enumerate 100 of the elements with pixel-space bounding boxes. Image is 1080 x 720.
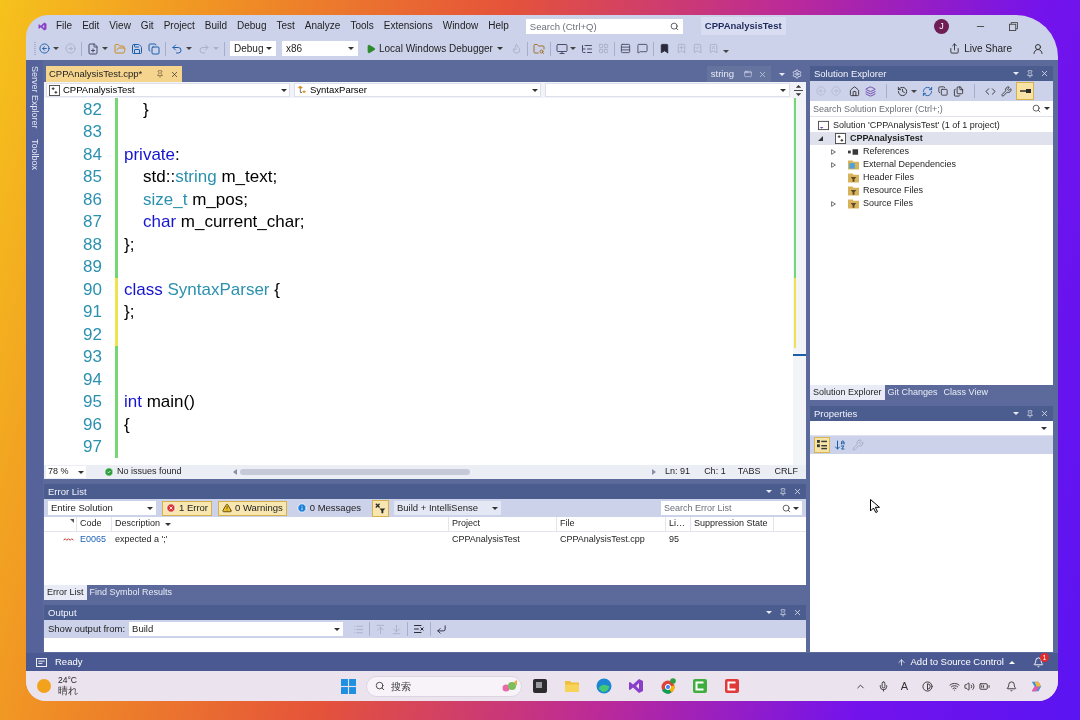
platform-dropdown[interactable]: x86 xyxy=(282,41,358,56)
menu-item[interactable]: Extensions xyxy=(378,21,438,31)
save-icon[interactable] xyxy=(131,42,143,55)
square-app-icon[interactable] xyxy=(532,678,548,694)
ring-app-icon[interactable] xyxy=(660,678,676,694)
close-icon[interactable] xyxy=(793,487,802,496)
severity-filter-button[interactable]: 1 Error xyxy=(162,500,213,516)
list-tree-icon[interactable] xyxy=(580,42,593,55)
copy-icon[interactable] xyxy=(938,86,948,96)
category-list-icon[interactable] xyxy=(815,438,829,452)
tiles-logo-icon[interactable] xyxy=(341,678,356,694)
menu-item[interactable]: Git xyxy=(135,21,159,31)
bookmark-check-icon[interactable] xyxy=(691,43,703,54)
panel-tab[interactable]: Git Changes xyxy=(884,385,941,400)
menu-item[interactable]: Window xyxy=(437,21,484,31)
source-control-button[interactable]: Add to Source Control xyxy=(896,654,1015,670)
back-icon[interactable] xyxy=(39,43,50,54)
copy-icon[interactable] xyxy=(148,42,160,55)
ribbon-app-icon[interactable] xyxy=(628,678,644,694)
output-source-dropdown[interactable]: Build xyxy=(129,622,344,636)
menu-item[interactable]: Build xyxy=(199,21,232,31)
tree-item[interactable]: Header Files xyxy=(810,171,1053,184)
horizontal-scrollbar[interactable] xyxy=(231,467,657,477)
close-icon[interactable] xyxy=(793,608,802,617)
column-header[interactable]: Description xyxy=(112,517,449,531)
bell-icon[interactable] xyxy=(1006,680,1017,692)
filter-document-icon[interactable] xyxy=(373,500,388,516)
wrench-icon[interactable] xyxy=(1001,85,1012,97)
history-icon[interactable] xyxy=(897,85,908,97)
code-icon[interactable] xyxy=(985,85,996,97)
expanded-arrow-icon[interactable] xyxy=(818,136,823,141)
tree-item[interactable]: Solution 'CPPAnalysisTest' (1 of 1 project) xyxy=(810,119,1053,132)
side-tab[interactable]: Toolbox xyxy=(30,138,39,170)
new-file-icon[interactable] xyxy=(87,42,99,55)
indentation-mode[interactable]: TABS xyxy=(737,465,761,479)
restore-icon[interactable] xyxy=(1009,21,1018,31)
zoom-dropdown[interactable]: 78 % xyxy=(46,466,86,478)
return-arrow-icon[interactable] xyxy=(436,623,448,635)
collapsed-arrow-icon[interactable] xyxy=(831,200,836,207)
severity-filter-button[interactable]: 0 Warnings xyxy=(218,500,287,516)
rows-icon[interactable] xyxy=(619,43,631,54)
collapsed-arrow-icon[interactable] xyxy=(831,161,836,168)
search-field[interactable]: Search (Ctrl+Q) xyxy=(525,18,683,34)
list-x-icon[interactable] xyxy=(413,623,426,635)
taskbar-search-field[interactable]: 搜索 xyxy=(366,675,522,697)
tile-app-icon[interactable] xyxy=(692,678,708,694)
pin-icon[interactable] xyxy=(779,608,787,617)
sort-az-icon[interactable] xyxy=(833,438,847,452)
tile-app-icon[interactable] xyxy=(724,678,740,694)
start-debugger-button[interactable]: Local Windows Debugger xyxy=(379,41,503,56)
home-icon[interactable] xyxy=(849,85,860,97)
severity-filter-button[interactable]: 0 Messages xyxy=(292,500,365,516)
panel-tab[interactable]: Find Symbol Results xyxy=(86,585,176,600)
menu-item[interactable]: Test xyxy=(271,21,300,31)
pin-icon[interactable] xyxy=(1026,409,1034,418)
close-icon[interactable] xyxy=(1040,409,1049,418)
editor-tab[interactable]: CPPAnalysisTest.cpp* xyxy=(46,66,183,82)
panel-tab[interactable]: Solution Explorer xyxy=(810,385,885,400)
scope-dropdown[interactable]: SyntaxParser xyxy=(294,83,541,97)
column-header[interactable]: Code xyxy=(77,517,112,531)
side-tab[interactable]: Server Explorer xyxy=(30,66,39,129)
refresh-icon[interactable] xyxy=(922,85,933,97)
tree-item[interactable]: CPPAnalysisTest xyxy=(810,132,1053,145)
menu-item[interactable]: Debug xyxy=(232,21,272,31)
layers-icon[interactable] xyxy=(865,85,876,97)
configuration-dropdown[interactable]: Debug xyxy=(230,41,276,56)
close-icon[interactable] xyxy=(1040,69,1049,78)
menu-item[interactable]: View xyxy=(104,21,136,31)
line-ending-mode[interactable]: CRLF xyxy=(774,465,798,479)
search-field[interactable]: Search Error List xyxy=(661,501,802,515)
globe-app-icon[interactable] xyxy=(596,678,612,694)
close-icon[interactable] xyxy=(758,69,767,79)
vertical-scrollbar[interactable] xyxy=(793,98,806,465)
person-icon[interactable] xyxy=(1032,42,1044,55)
pin-icon[interactable] xyxy=(1026,69,1034,78)
pin-icon[interactable] xyxy=(779,487,787,496)
undo-icon[interactable] xyxy=(171,42,183,55)
column-header[interactable]: Suppression State xyxy=(691,517,774,531)
play-icon[interactable] xyxy=(366,43,376,54)
panel-tab[interactable]: Error List xyxy=(44,585,87,600)
speaker-icon[interactable] xyxy=(964,680,975,692)
notification-bell-icon[interactable] xyxy=(1033,656,1044,668)
split-icon[interactable] xyxy=(794,84,803,96)
menu-item[interactable]: Tools xyxy=(345,21,379,31)
account-avatar[interactable]: J xyxy=(934,18,949,34)
column-header[interactable]: Project xyxy=(449,517,557,531)
tree-item[interactable]: External Dependencies xyxy=(810,158,1053,171)
battery-icon[interactable] xyxy=(979,680,990,692)
live-share-button[interactable]: Live Share xyxy=(949,41,1012,56)
tree-item[interactable]: Source Files xyxy=(810,197,1053,210)
error-code-link[interactable]: E0065 xyxy=(80,533,107,544)
panel-tab[interactable]: Class View xyxy=(940,385,991,400)
settings-icon[interactable] xyxy=(792,69,802,79)
menu-item[interactable]: Help xyxy=(483,21,514,31)
source-dropdown[interactable]: Build + IntelliSense xyxy=(394,501,501,515)
column-header[interactable]: File xyxy=(557,517,666,531)
column-header[interactable]: Li… xyxy=(666,517,691,531)
microphone-icon[interactable] xyxy=(877,680,889,692)
input-mode-indicator[interactable]: A xyxy=(900,680,908,692)
menu-item[interactable]: Project xyxy=(158,21,200,31)
